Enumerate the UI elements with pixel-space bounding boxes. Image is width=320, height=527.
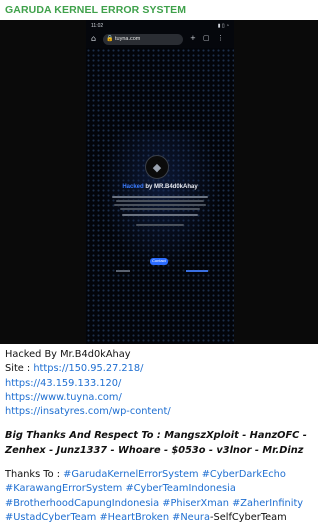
contact-button: Contact	[150, 258, 168, 265]
deface-text-line	[120, 208, 200, 210]
big-thanks: Big Thanks And Respect To : MangszXploit…	[5, 430, 307, 456]
contact-button-label: Contact	[152, 258, 166, 263]
plus-icon: +	[190, 34, 196, 42]
url-link[interactable]: https://insatyres.com/wp-content/	[5, 405, 315, 419]
hashtag-group[interactable]: #BrotherhoodCapungIndonesia #PhiserXman …	[5, 497, 315, 511]
deface-text-line	[114, 204, 206, 206]
menu-icon: ⋮	[217, 34, 224, 42]
thanks-line-1: Thanks To : #GarudaKernelErrorSystem #Cy…	[5, 468, 315, 482]
channel-title[interactable]: GARUDA KERNEL ERROR SYSTEM	[5, 4, 186, 16]
deface-text-line	[112, 196, 208, 198]
status-bar: 11:02 ▮ ▯ ◔	[86, 20, 234, 32]
site-label: Site :	[5, 363, 34, 375]
hacked-title: Hacked by MR.B4d0kAhay	[86, 184, 234, 190]
hacker-avatar: ◆	[145, 155, 169, 179]
browser-url-bar: ⌂ 🔒 tuyna.com + ▢ ⋮	[90, 33, 230, 46]
deface-text-line	[122, 214, 198, 216]
channel-header: GARUDA KERNEL ERROR SYSTEM	[0, 0, 318, 20]
url-link[interactable]: https://43.159.133.120/	[5, 377, 315, 391]
deface-footer-right	[186, 270, 208, 272]
lock-icon: 🔒	[106, 35, 114, 42]
home-icon: ⌂	[91, 34, 97, 43]
thanks-line-4: #UstadCyberTeam #HeartBroken #Neura-Self…	[5, 511, 315, 525]
deface-text-line	[136, 224, 184, 226]
status-time: 11:02	[91, 23, 104, 29]
cat-icon: ◆	[152, 160, 162, 174]
url-text: tuyna.com	[115, 36, 141, 42]
phone-screen: 11:02 ▮ ▯ ◔ ⌂ 🔒 tuyna.com + ▢ ⋮ ◆ Hacked…	[86, 20, 234, 344]
post-caption: Hacked By Mr.B4d0kAhay Site : https://15…	[5, 348, 315, 525]
deface-text-line	[116, 200, 204, 202]
deface-footer-left	[116, 270, 130, 272]
site-line: Site : https://150.95.27.218/	[5, 362, 315, 376]
hashtag-group[interactable]: #KarawangErrorSystem #CyberTeamIndonesia	[5, 482, 315, 496]
url-field: 🔒 tuyna.com	[103, 34, 183, 45]
site-link[interactable]: https://150.95.27.218/	[33, 363, 143, 374]
hacked-word: Hacked	[122, 184, 144, 190]
hacked-by-line: Hacked By Mr.B4d0kAhay	[5, 349, 131, 360]
tabs-icon: ▢	[203, 34, 210, 42]
status-icons: ▮ ▯ ◔	[217, 23, 229, 29]
thanks-label: Thanks To :	[5, 469, 64, 481]
url-link[interactable]: https://www.tuyna.com/	[5, 391, 315, 405]
hashtag-tail: -SelfCyberTeam	[209, 511, 287, 523]
hashtag-group[interactable]: #UstadCyberTeam #HeartBroken #Neura	[5, 512, 210, 523]
hacked-by: by MR.B4d0kAhay	[143, 184, 198, 190]
hashtag-group[interactable]: #GarudaKernelErrorSystem #CyberDarkEcho	[63, 469, 286, 480]
screenshot-photo[interactable]: 11:02 ▮ ▯ ◔ ⌂ 🔒 tuyna.com + ▢ ⋮ ◆ Hacked…	[0, 20, 318, 344]
